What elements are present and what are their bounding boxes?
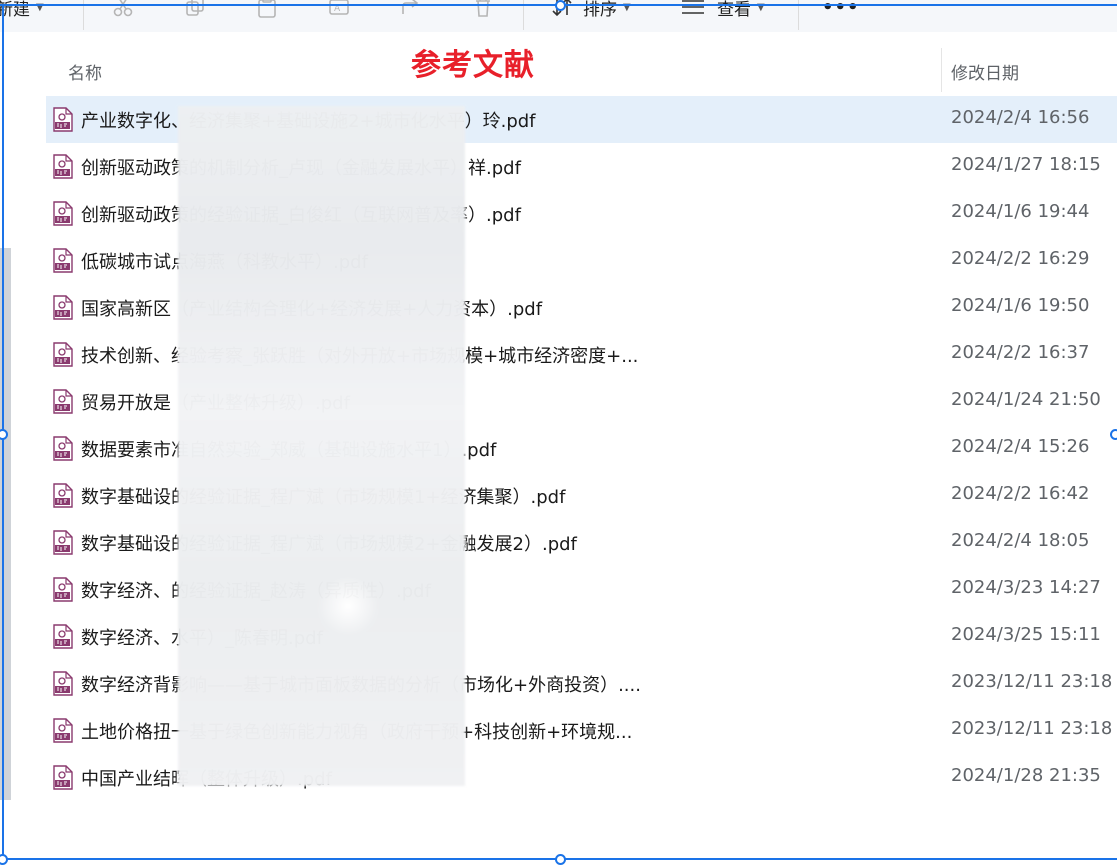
pdf-file-icon	[52, 765, 74, 790]
resize-handle-bottom-left[interactable]	[0, 854, 8, 865]
resize-handle-bottom[interactable]	[555, 854, 566, 865]
file-modified-date: 2024/2/4 15:26	[951, 436, 1090, 457]
file-modified-date: 2024/2/2 16:29	[951, 248, 1090, 269]
more-icon: •••	[822, 0, 860, 18]
pdf-file-icon	[52, 436, 74, 461]
pdf-file-icon	[52, 201, 74, 226]
file-modified-date: 2024/1/28 21:35	[951, 765, 1101, 786]
file-modified-date: 2023/12/11 23:18	[951, 671, 1113, 692]
file-modified-date: 2024/1/6 19:50	[951, 295, 1090, 316]
pdf-file-icon	[52, 248, 74, 273]
trash-icon	[476, 0, 490, 17]
file-explorer-window: 新建 ▼ A 排序 ▼ 查看 ▼ ••• 名称 修改日期 参考文献 2024/2…	[0, 0, 1117, 865]
file-modified-date: 2024/2/4 16:56	[951, 107, 1090, 128]
file-modified-date: 2024/3/23 14:27	[951, 577, 1101, 598]
pdf-file-icon	[52, 530, 74, 555]
privacy-blur	[178, 106, 465, 786]
resize-handle-top[interactable]	[555, 0, 566, 11]
pdf-file-icon	[52, 154, 74, 179]
pdf-file-icon	[52, 483, 74, 508]
pdf-file-icon	[52, 389, 74, 414]
file-modified-date: 2024/1/24 21:50	[951, 389, 1101, 410]
file-modified-date: 2024/2/2 16:37	[951, 342, 1090, 363]
scissors-icon	[113, 0, 133, 17]
sort-label: 排序	[583, 0, 617, 20]
file-modified-date: 2024/2/4 18:05	[951, 530, 1090, 551]
column-header-modified-date[interactable]: 修改日期	[951, 59, 1019, 84]
new-button-label: 新建	[0, 0, 30, 20]
overlay-title: 参考文献	[411, 48, 535, 83]
resize-handle-right[interactable]	[1110, 429, 1117, 440]
rename-icon: A	[329, 0, 349, 15]
column-header: 名称 修改日期	[0, 48, 1117, 92]
view-list-icon	[682, 0, 704, 14]
copy-icon	[186, 0, 204, 16]
pdf-file-icon	[52, 718, 74, 743]
clipboard-icon	[258, 0, 276, 18]
pdf-file-icon	[52, 295, 74, 320]
pdf-file-icon	[52, 671, 74, 696]
pdf-file-icon	[52, 624, 74, 649]
file-modified-date: 2024/1/27 18:15	[951, 154, 1101, 175]
file-modified-date: 2024/3/25 15:11	[951, 624, 1101, 645]
file-modified-date: 2024/1/6 19:44	[951, 201, 1090, 222]
pdf-file-icon	[52, 342, 74, 367]
view-label: 查看	[717, 0, 751, 20]
column-header-name[interactable]: 名称	[68, 59, 102, 84]
file-modified-date: 2023/12/11 23:18	[951, 718, 1113, 739]
column-divider[interactable]	[941, 48, 942, 92]
file-modified-date: 2024/2/2 16:42	[951, 483, 1090, 504]
share-icon	[402, 0, 419, 14]
pdf-file-icon	[52, 107, 74, 132]
pdf-file-icon	[52, 577, 74, 602]
